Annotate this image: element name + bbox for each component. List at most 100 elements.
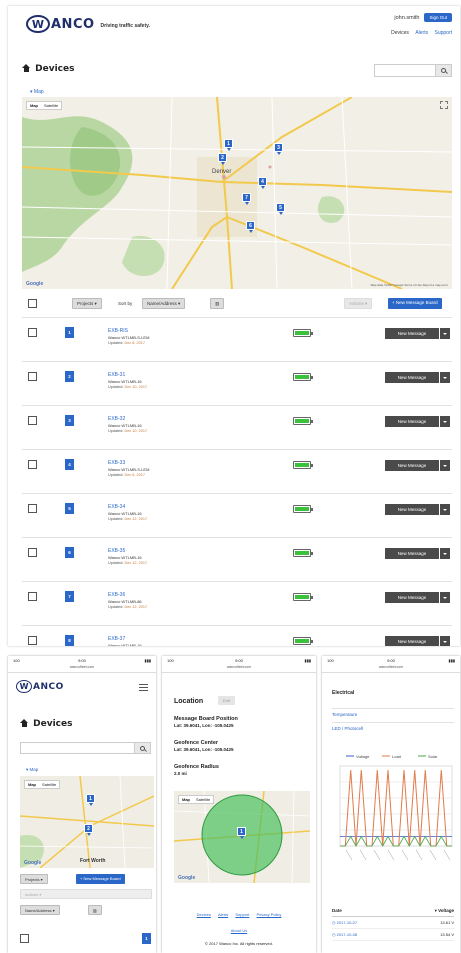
new-message-button[interactable]: New Message xyxy=(385,328,439,339)
map-collapse-toggle[interactable]: ▾ Map xyxy=(26,767,38,773)
nav-alerts[interactable]: Alerts xyxy=(415,30,428,36)
device-name-link[interactable]: EXB-31 xyxy=(108,372,147,378)
footer-link-privacy[interactable]: Privacy Policy xyxy=(256,912,281,917)
menu-icon[interactable] xyxy=(139,684,148,691)
url-bar[interactable]: wancofleet.com xyxy=(322,665,460,673)
edit-location-button[interactable]: Edit xyxy=(218,696,235,705)
device-checkbox[interactable] xyxy=(20,934,29,943)
nav-devices[interactable]: Devices xyxy=(391,30,409,36)
chevron-down-icon[interactable] xyxy=(440,636,450,646)
new-message-button[interactable]: New Message xyxy=(385,504,439,515)
map-pin[interactable]: 6 xyxy=(246,221,255,233)
device-name-link[interactable]: EXB-RIS xyxy=(108,328,149,334)
updated-date: Dec 12, 2017 xyxy=(124,517,148,521)
view-toggle-button[interactable]: ▥ xyxy=(88,905,102,915)
map-type-satellite[interactable]: Satellite xyxy=(39,781,59,788)
map-pin[interactable]: 3 xyxy=(274,143,283,155)
select-all-checkbox[interactable] xyxy=(28,299,37,308)
new-message-button[interactable]: New Message xyxy=(385,592,439,603)
x-tick xyxy=(373,849,381,861)
map-type-map[interactable]: Map xyxy=(25,781,39,788)
footer-link-about[interactable]: About Us xyxy=(162,928,316,933)
col-date[interactable]: Date xyxy=(332,908,342,914)
device-checkbox[interactable] xyxy=(28,460,37,469)
row-date[interactable]: ◷ 2017-10-07 xyxy=(332,920,357,925)
device-name-link[interactable]: EXB-36 xyxy=(108,592,147,598)
device-checkbox[interactable] xyxy=(28,636,37,645)
device-checkbox[interactable] xyxy=(28,372,37,381)
col-voltage[interactable]: ▾ Voltage xyxy=(435,908,454,914)
map-pin[interactable]: 7 xyxy=(242,193,251,205)
device-checkbox[interactable] xyxy=(28,416,37,425)
device-name-link[interactable]: EXB-34 xyxy=(108,504,147,510)
device-name-link[interactable]: EXB-32 xyxy=(108,416,147,422)
sign-out-button[interactable]: Sign Out xyxy=(424,13,452,22)
actions-dropdown[interactable]: Actions ▾ xyxy=(344,298,373,309)
search-button[interactable] xyxy=(435,65,451,76)
new-message-button[interactable]: New Message xyxy=(385,460,439,471)
device-name-link[interactable]: EXB-35 xyxy=(108,548,147,554)
user-menu[interactable]: john.smith xyxy=(394,15,419,21)
columns-icon: ▥ xyxy=(93,908,97,913)
map-pin[interactable]: 2 xyxy=(84,824,93,836)
map-collapse-toggle[interactable]: ▾ Map xyxy=(30,89,44,95)
map-city-label: Fort Worth xyxy=(80,858,105,864)
device-map[interactable]: Denver Map Satellite 1 2 3 4 5 6 7 Googl… xyxy=(22,97,452,289)
fullscreen-icon[interactable] xyxy=(440,101,448,109)
row-date[interactable]: ◷ 2017-10-08 xyxy=(332,932,357,937)
map-pin[interactable]: 1 xyxy=(224,139,233,151)
device-map[interactable]: Fort Worth Map Satellite 1 2 Google xyxy=(20,776,154,868)
device-checkbox[interactable] xyxy=(28,592,37,601)
x-tick xyxy=(345,849,353,861)
map-pin[interactable]: 4 xyxy=(258,177,267,189)
map-type-satellite[interactable]: Satellite xyxy=(193,796,213,803)
map-pin[interactable]: 1 xyxy=(237,827,246,839)
new-message-button[interactable]: New Message xyxy=(385,548,439,559)
sort-dropdown[interactable]: Name/Address ▾ xyxy=(142,298,186,309)
search-input[interactable] xyxy=(375,65,435,76)
footer-link-devices[interactable]: Devices xyxy=(197,912,211,917)
map-pin[interactable]: 1 xyxy=(86,794,95,806)
new-message-board-button[interactable]: + New Message Board xyxy=(388,298,442,309)
sort-dropdown[interactable]: Name/Address ▾ xyxy=(20,905,60,915)
map-type-map[interactable]: Map xyxy=(179,796,193,803)
projects-dropdown[interactable]: Projects ▾ xyxy=(72,298,102,309)
geofence-map[interactable]: Map Satellite 1 Google xyxy=(174,791,310,883)
chevron-down-icon[interactable] xyxy=(440,372,450,383)
nav-support[interactable]: Support xyxy=(434,30,452,36)
new-message-button[interactable]: New Message xyxy=(385,416,439,427)
url-bar[interactable]: wancofleet.com xyxy=(8,665,156,673)
url-bar[interactable]: wancofleet.com xyxy=(162,665,316,673)
updated-date: Dec 6, 2017 xyxy=(124,341,145,345)
chevron-down-icon[interactable] xyxy=(440,592,450,603)
footer-link-support[interactable]: Support xyxy=(235,912,249,917)
map-pin[interactable]: 2 xyxy=(218,153,227,165)
chevron-down-icon[interactable] xyxy=(440,328,450,339)
footer-link-alerts[interactable]: Alerts xyxy=(218,912,228,917)
map-type-map[interactable]: Map xyxy=(27,102,41,109)
wanco-logo[interactable]: W ANCO Driving traffic safety. xyxy=(26,15,150,33)
search-input[interactable] xyxy=(20,742,151,754)
chevron-down-icon[interactable] xyxy=(440,460,450,471)
wanco-logo[interactable]: W ANCO xyxy=(16,680,64,693)
view-toggle-button[interactable]: ▥ xyxy=(210,298,224,309)
chevron-down-icon[interactable] xyxy=(440,548,450,559)
led-photocell-link[interactable]: LED / Photocell xyxy=(332,722,454,731)
search-button[interactable] xyxy=(134,743,150,753)
device-name-link[interactable]: EXB-33 xyxy=(108,460,149,466)
new-message-board-button[interactable]: + New Message Board xyxy=(76,874,125,884)
projects-dropdown[interactable]: Projects ▾ xyxy=(20,874,48,884)
temperature-link[interactable]: Temperature xyxy=(332,708,454,717)
chevron-down-icon[interactable] xyxy=(440,416,450,427)
map-pin[interactable]: 5 xyxy=(276,203,285,215)
new-message-button[interactable]: New Message xyxy=(385,636,439,646)
device-checkbox[interactable] xyxy=(28,328,37,337)
new-message-button[interactable]: New Message xyxy=(385,372,439,383)
device-checkbox[interactable] xyxy=(28,548,37,557)
map-type-satellite[interactable]: Satellite xyxy=(41,102,61,109)
chevron-down-icon[interactable] xyxy=(440,504,450,515)
device-name-link[interactable]: EXB-37 xyxy=(108,636,147,642)
actions-dropdown[interactable]: Actions ▾ xyxy=(20,889,152,899)
updated-label: Updated: xyxy=(108,341,124,345)
device-checkbox[interactable] xyxy=(28,504,37,513)
